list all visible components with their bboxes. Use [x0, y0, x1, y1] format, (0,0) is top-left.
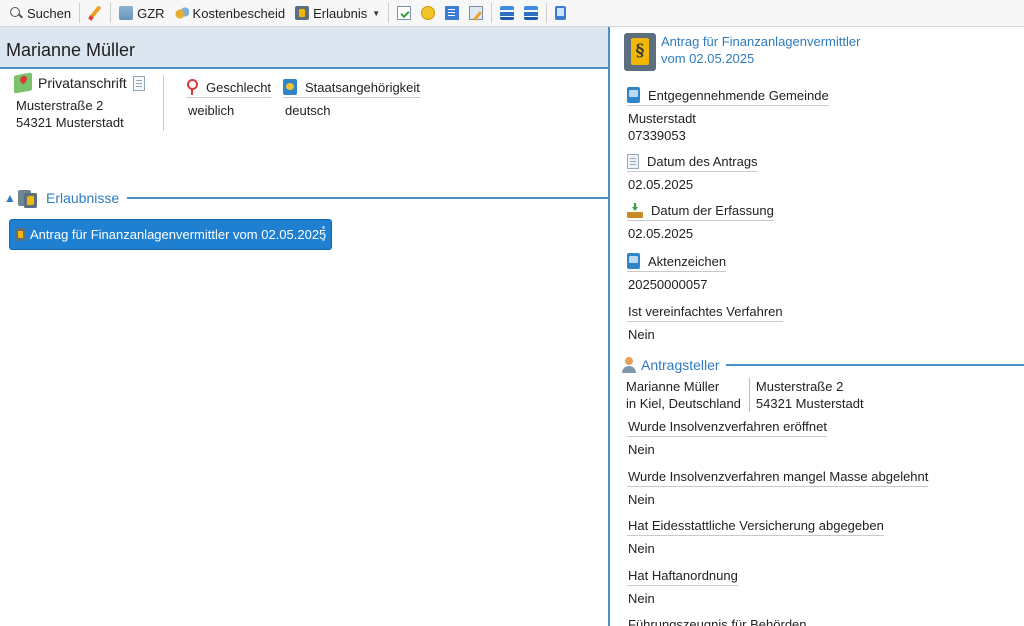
toolbar-divider — [388, 3, 390, 23]
application-detail-panel: § Antrag für Finanzanlagenvermittler vom… — [610, 27, 1024, 626]
gender-field: Geschlecht weiblich — [186, 79, 272, 118]
coins-icon — [174, 6, 189, 20]
checklist-icon — [397, 6, 412, 20]
permit-icon — [295, 6, 310, 20]
person-panel: Marianne Müller Privatanschrift Musterst… — [0, 27, 608, 626]
device-icon — [555, 6, 567, 20]
divider — [163, 75, 164, 131]
gender-value: weiblich — [188, 103, 235, 118]
file-number-icon — [627, 253, 640, 269]
drag-handle-icon[interactable] — [322, 226, 325, 241]
applicant-name: Marianne Müller — [626, 379, 720, 394]
document-icon — [627, 154, 639, 169]
toolbar-divider — [546, 3, 548, 23]
permits-icon — [18, 188, 38, 208]
female-icon — [186, 79, 198, 95]
search-icon — [9, 6, 23, 20]
chevron-up-icon[interactable]: ▲ — [4, 191, 18, 205]
application-title: Antrag für Finanzanlagenvermittler — [661, 34, 861, 49]
caret-down-icon: ▼ — [372, 8, 381, 18]
permits-section-title: Erlaubnisse — [46, 190, 120, 206]
insolvency-rejected-field: Wurde Insolvenzverfahren mangel Masse ab… — [627, 469, 929, 507]
nationality-icon — [283, 79, 297, 95]
edit-document-button[interactable] — [464, 2, 488, 24]
municipality-icon — [627, 87, 640, 103]
detention-order-field: Hat Haftanordnung Nein — [627, 568, 738, 606]
applicant-street: Musterstraße 2 — [755, 379, 844, 394]
nationality-value: deutsch — [285, 103, 331, 118]
address-street: Musterstraße 2 — [16, 98, 104, 113]
address-document-icon[interactable] — [132, 75, 145, 91]
address-heading: Privatanschrift — [38, 75, 127, 91]
affidavit-field: Hat Eidesstattliche Versicherung abgegeb… — [627, 518, 884, 556]
document-icon — [445, 6, 460, 20]
stack-icon — [524, 6, 539, 20]
person-name: Marianne Müller — [0, 27, 608, 69]
nationality-field: Staatsangehörigkeit deutsch — [283, 79, 420, 118]
application-header: § Antrag für Finanzanlagenvermittler vom… — [624, 33, 860, 71]
toolbar: Suchen GZR Kostenbescheid Erlaubnis ▼ — [0, 0, 1024, 27]
permits-section-header[interactable]: ▲ Erlaubnisse — [4, 187, 608, 209]
applicant-birthplace: in Kiel, Deutschland — [626, 396, 741, 411]
device-button[interactable] — [550, 2, 571, 24]
cost-notice-button[interactable]: Kostenbescheid — [170, 2, 291, 24]
file-number-field: Aktenzeichen 20250000057 — [627, 253, 727, 292]
stack-button-1[interactable] — [495, 2, 519, 24]
edit-document-icon — [469, 6, 484, 20]
address-city: 54321 Musterstadt — [16, 115, 124, 130]
toolbar-divider — [491, 3, 493, 23]
comment-bubble-icon — [421, 6, 436, 20]
receiving-municipality-field: Entgegennehmende Gemeinde Musterstadt 07… — [627, 87, 829, 143]
insolvency-opened-field: Wurde Insolvenzverfahren eröffnet Nein — [627, 419, 827, 457]
search-button[interactable]: Suchen — [4, 2, 76, 24]
toolbar-divider — [110, 3, 112, 23]
section-divider — [725, 364, 1024, 366]
application-date: vom 02.05.2025 — [661, 51, 755, 66]
download-icon — [627, 203, 643, 218]
permit-item[interactable]: Antrag für Finanzanlagenvermittler vom 0… — [9, 219, 332, 250]
checklist-button[interactable] — [392, 2, 416, 24]
permit-dropdown-button[interactable]: Erlaubnis ▼ — [290, 2, 385, 24]
edit-button[interactable] — [83, 2, 107, 24]
private-address: Privatanschrift Musterstraße 2 54321 Mus… — [14, 72, 164, 131]
applicant-section-header: Antragsteller — [622, 355, 1024, 375]
stack-icon — [500, 6, 515, 20]
map-icon — [14, 72, 32, 94]
nationality-label: Staatsangehörigkeit — [305, 79, 420, 95]
capture-date-field: Datum der Erfassung 02.05.2025 — [627, 203, 774, 241]
simplified-procedure-field: Ist vereinfachtes Verfahren Nein — [627, 304, 783, 342]
gzr-button[interactable]: GZR — [114, 2, 169, 24]
paragraph-permit-icon: § — [624, 33, 656, 71]
user-icon — [622, 357, 636, 373]
applicant-city: 54321 Musterstadt — [755, 396, 864, 411]
gzr-icon — [119, 6, 134, 20]
person-details: Privatanschrift Musterstraße 2 54321 Mus… — [0, 72, 608, 133]
section-divider — [127, 197, 608, 199]
stack-button-2[interactable] — [519, 2, 543, 24]
pencil-icon — [88, 6, 102, 20]
applicant-info: Marianne Müller in Kiel, Deutschland Mus… — [626, 378, 864, 412]
permit-icon — [15, 228, 25, 241]
gender-label: Geschlecht — [206, 79, 272, 95]
document-button[interactable] — [440, 2, 464, 24]
comment-button[interactable] — [416, 2, 440, 24]
applicant-section-title: Antragsteller — [641, 357, 720, 373]
permit-item-label: Antrag für Finanzanlagenvermittler vom 0… — [30, 227, 327, 242]
certificate-of-conduct-field: Führungszeugnis für Behörden — [627, 617, 807, 626]
toolbar-divider — [79, 3, 81, 23]
application-date-field: Datum des Antrags 02.05.2025 — [627, 154, 758, 192]
